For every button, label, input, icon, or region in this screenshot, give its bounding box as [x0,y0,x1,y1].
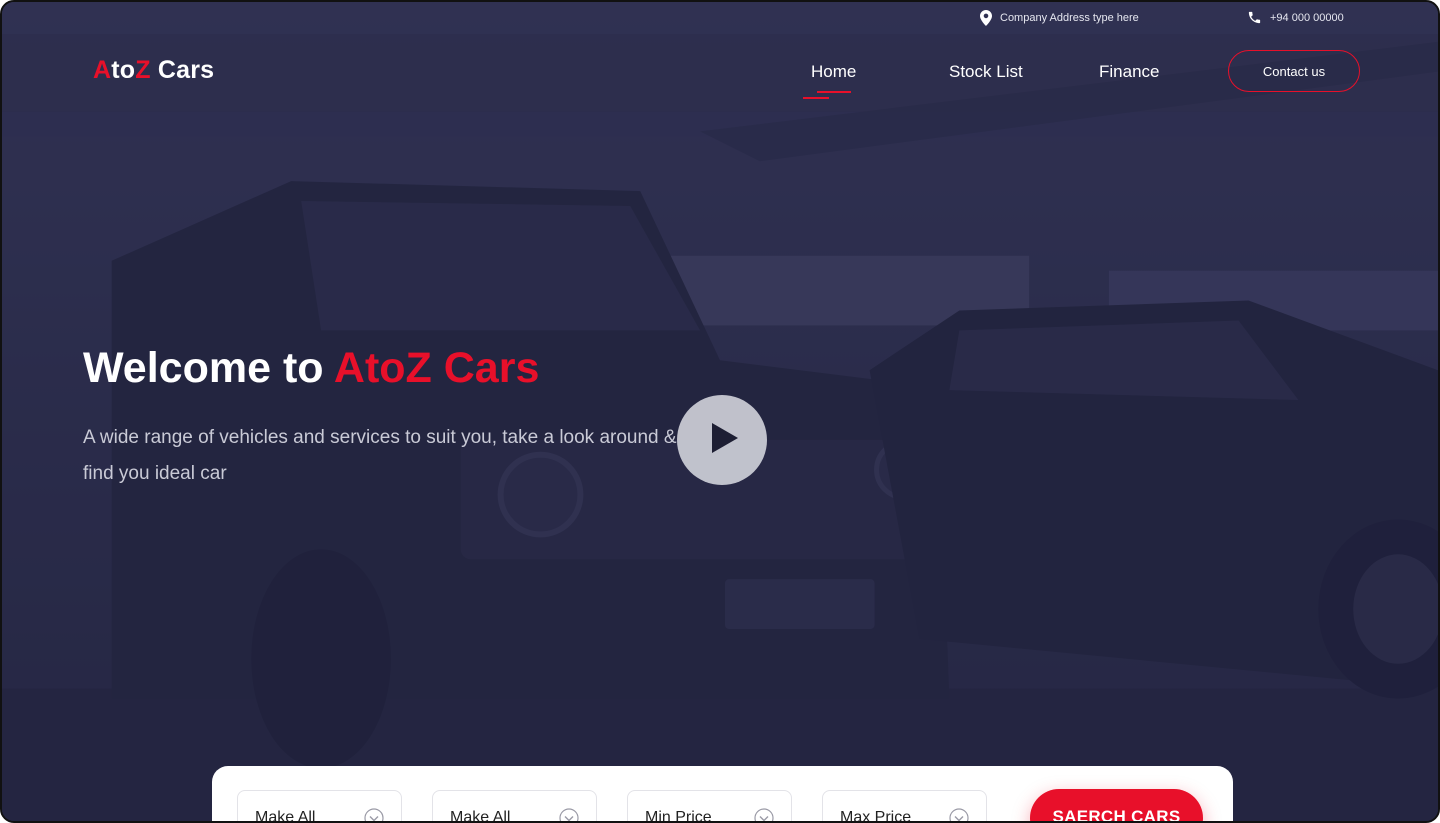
phone-icon [1247,10,1262,25]
brand-logo[interactable]: AtoZ Cars [93,56,214,85]
model-select-value: Make All [450,809,511,823]
logo-letter-a: A [93,56,112,84]
page-frame: Company Address type here +94 000 00000 … [0,0,1440,823]
contact-us-button[interactable]: Contact us [1228,50,1360,92]
play-video-button[interactable] [677,395,767,485]
chevron-down-icon [754,808,774,821]
top-info-bar: Company Address type here +94 000 00000 [2,2,1438,34]
max-price-select-value: Max Price [840,809,912,823]
make-select[interactable]: Make All [237,790,402,823]
chevron-down-icon [364,808,384,821]
chevron-down-icon [559,808,579,821]
address-text: Company Address type here [1000,12,1139,24]
min-price-select-value: Min Price [645,809,712,823]
hero-title-brand: AtoZ Cars [333,344,540,392]
map-pin-icon [980,10,992,26]
max-price-select[interactable]: Max Price [822,790,987,823]
site-header: AtoZ Cars Home Stock List Finance Contac… [2,34,1438,112]
hero-subtitle: A wide range of vehicles and services to… [83,427,677,484]
model-select[interactable]: Make All [432,790,597,823]
phone-text: +94 000 00000 [1270,11,1344,24]
logo-letter-z: Z [135,56,151,84]
nav-item-home[interactable]: Home [811,62,856,82]
make-select-value: Make All [255,809,316,823]
active-nav-indicator [803,91,851,99]
nav-item-stock-list[interactable]: Stock List [949,62,1023,82]
chevron-down-icon [949,808,969,821]
address-info: Company Address type here [980,10,1139,26]
hero-title-prefix: Welcome to [83,344,334,392]
search-cars-button[interactable]: SAERCH CARS [1030,789,1203,821]
hero-title: Welcome to AtoZ Cars [83,344,539,393]
logo-cars: Cars [150,56,215,84]
nav-item-finance[interactable]: Finance [1099,62,1159,82]
logo-to: to [111,56,136,84]
car-search-panel: Make All Make All Min Price Max Price SA… [212,766,1233,823]
min-price-select[interactable]: Min Price [627,790,792,823]
phone-info: +94 000 00000 [1247,10,1344,25]
play-icon [706,422,738,458]
